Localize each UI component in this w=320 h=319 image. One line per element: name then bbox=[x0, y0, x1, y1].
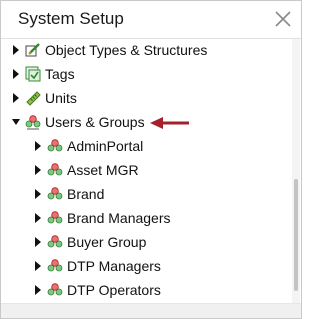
tree-item-label: Brand Managers bbox=[67, 210, 171, 226]
group-icon bbox=[47, 283, 63, 296]
tree-item-label: Object Types & Structures bbox=[45, 42, 208, 58]
tree-item-group[interactable]: DTP Managers bbox=[33, 255, 161, 277]
expand-arrow-icon[interactable] bbox=[33, 236, 43, 248]
vertical-scrollbar[interactable] bbox=[292, 39, 300, 304]
tree-item-tags[interactable]: Tags bbox=[11, 63, 75, 85]
highlight-arrow-icon bbox=[150, 117, 189, 129]
tree-item-label: Asset MGR bbox=[67, 162, 139, 178]
tree-item-label: Brand bbox=[67, 186, 105, 202]
group-icon bbox=[47, 235, 63, 248]
collapse-arrow-icon[interactable] bbox=[11, 116, 21, 128]
panel-title: System Setup bbox=[18, 9, 124, 28]
expand-arrow-icon[interactable] bbox=[11, 44, 21, 56]
expand-arrow-icon[interactable] bbox=[33, 140, 43, 152]
expand-arrow-icon[interactable] bbox=[33, 260, 43, 272]
tree-item-label: Buyer Group bbox=[67, 234, 147, 250]
tree-item-object-types[interactable]: Object Types & Structures bbox=[11, 39, 207, 61]
expand-arrow-icon[interactable] bbox=[33, 284, 43, 296]
tree-item-label: DTP Operators bbox=[67, 282, 161, 298]
tree-item-group[interactable]: DTP Operators bbox=[33, 279, 161, 301]
tree-item-units[interactable]: Units bbox=[11, 87, 77, 109]
close-button[interactable] bbox=[271, 7, 295, 31]
close-icon bbox=[275, 11, 291, 27]
group-icon bbox=[47, 139, 63, 152]
tree-item-group[interactable]: Buyer Group bbox=[33, 231, 146, 253]
expand-arrow-icon[interactable] bbox=[11, 68, 21, 80]
units-ruler-icon bbox=[26, 91, 41, 106]
expand-arrow-icon[interactable] bbox=[11, 92, 21, 104]
tree-item-users-groups[interactable]: Users & Groups bbox=[11, 111, 145, 133]
horizontal-scrollbar[interactable] bbox=[1, 303, 301, 318]
group-icon bbox=[47, 211, 63, 224]
users-groups-icon bbox=[25, 115, 41, 130]
tree-item-label: Users & Groups bbox=[45, 114, 145, 130]
tree-item-group[interactable]: Brand Managers bbox=[33, 207, 171, 229]
expand-arrow-icon[interactable] bbox=[33, 212, 43, 224]
tree-item-group[interactable]: AdminPortal bbox=[33, 135, 143, 157]
group-icon bbox=[47, 187, 63, 200]
expand-arrow-icon[interactable] bbox=[33, 164, 43, 176]
group-icon bbox=[47, 163, 63, 176]
tree-item-label: DTP Managers bbox=[67, 258, 161, 274]
system-setup-panel: System Setup Object Types & Structures T… bbox=[0, 0, 302, 319]
object-types-icon bbox=[25, 43, 40, 57]
tree-item-label: Tags bbox=[45, 66, 75, 82]
tree-item-group[interactable]: Asset MGR bbox=[33, 159, 139, 181]
panel-header: System Setup bbox=[1, 1, 301, 39]
system-setup-tree: Object Types & Structures Tags Units Use… bbox=[1, 38, 291, 304]
vertical-scrollbar-thumb[interactable] bbox=[294, 179, 298, 291]
tree-item-label: AdminPortal bbox=[67, 138, 144, 154]
group-icon bbox=[47, 259, 63, 272]
tree-item-group[interactable]: Brand bbox=[33, 183, 104, 205]
tree-item-label: Units bbox=[45, 90, 77, 106]
expand-arrow-icon[interactable] bbox=[33, 188, 43, 200]
tags-icon bbox=[25, 66, 41, 82]
